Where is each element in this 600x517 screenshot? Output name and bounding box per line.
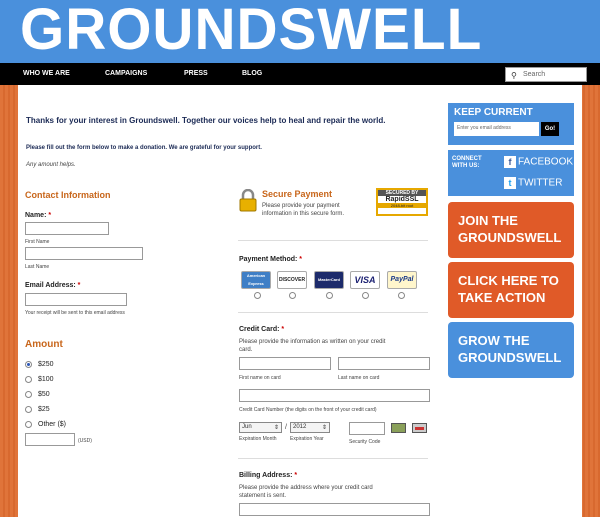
amount-100-radio[interactable] — [25, 376, 32, 383]
amount-25-label: $25 — [38, 406, 50, 413]
billing-address-label: Billing Address: * — [239, 472, 298, 479]
search-placeholder: Search — [523, 71, 546, 78]
header-bar: GROUNDSWELL — [0, 0, 600, 63]
first-name-caption: First Name — [25, 239, 50, 245]
card-number-caption: Credit Card Number (the digits on the fr… — [239, 407, 377, 413]
mastercard-radio[interactable] — [326, 292, 333, 299]
newsletter-go-button[interactable]: Go! — [541, 122, 559, 136]
amount-heading: Amount — [25, 339, 63, 350]
amount-25-radio[interactable] — [25, 406, 32, 413]
secure-heading: Secure Payment — [262, 189, 333, 199]
intro-instructions: Please fill out the form below to make a… — [26, 145, 262, 151]
payment-method-label: Payment Method: * — [239, 256, 303, 263]
site-logo[interactable]: GROUNDSWELL — [20, 0, 482, 63]
card-last-name-caption: Last name on card — [338, 375, 380, 381]
search-icon: ⚲ — [511, 71, 517, 80]
divider — [238, 458, 428, 459]
credit-card-desc: Please provide the information as writte… — [239, 339, 386, 353]
contact-heading: Contact Information — [25, 190, 111, 200]
card-number-input[interactable] — [239, 389, 430, 402]
intro-text: Thanks for your interest in Groundswell.… — [26, 116, 386, 125]
last-name-input[interactable] — [25, 247, 143, 260]
other-amount-input[interactable] — [25, 433, 75, 446]
billing-address-input[interactable] — [239, 503, 430, 516]
expiration-month-select[interactable]: Jun ⇕ — [239, 422, 282, 433]
card-last-name-input[interactable] — [338, 357, 430, 370]
name-label: Name: * — [25, 212, 52, 219]
paypal-radio[interactable] — [398, 292, 405, 299]
keep-current-title: KEEP CURRENT — [454, 107, 533, 118]
nav-blog[interactable]: BLOG — [242, 70, 262, 77]
security-code-caption: Security Code — [349, 439, 381, 445]
usd-label: (USD) — [78, 438, 92, 444]
card-back-icon — [391, 423, 406, 433]
card-first-name-input[interactable] — [239, 357, 331, 370]
join-groundswell-button[interactable]: JOIN THE GROUNDSWELL — [448, 202, 574, 258]
amount-other-label: Other ($) — [38, 421, 67, 428]
search-input[interactable]: ⚲ Search — [505, 67, 587, 82]
twitter-icon: t — [504, 177, 516, 189]
newsletter-email-input[interactable]: Enter you email address — [454, 122, 539, 136]
nav-press[interactable]: PRESS — [184, 70, 208, 77]
security-code-input[interactable] — [349, 422, 385, 435]
twitter-link[interactable]: t TWITTER — [504, 177, 562, 189]
amount-50-label: $50 — [38, 391, 50, 398]
expiration-year-select[interactable]: 2012 ⇕ — [290, 422, 330, 433]
secure-text: Please provide your payment information … — [262, 203, 345, 217]
grow-groundswell-button[interactable]: GROW THE GROUNDSWELL — [448, 322, 574, 378]
amount-250-radio[interactable] — [25, 361, 32, 368]
card-first-name-caption: First name on card — [239, 375, 281, 381]
amex-radio[interactable] — [254, 292, 261, 299]
nav-who-we-are[interactable]: WHO WE ARE — [23, 70, 70, 77]
nav-campaigns[interactable]: CAMPAIGNS — [105, 70, 147, 77]
divider — [238, 312, 428, 313]
expiration-year-value: 2012 — [293, 424, 307, 430]
mastercard-icon: MasterCard — [314, 271, 344, 289]
keep-current-box: KEEP CURRENT Enter you email address Go! — [448, 103, 574, 145]
expiration-month-caption: Expiration Month — [239, 436, 277, 442]
email-label: Email Address: * — [25, 282, 81, 289]
ssl-badge-brand: RapidSSL — [385, 196, 419, 203]
last-name-caption: Last Name — [25, 264, 50, 270]
card-front-icon — [412, 423, 427, 433]
visa-card-icon: VISA — [350, 271, 380, 289]
divider — [238, 240, 428, 241]
email-input[interactable] — [25, 293, 127, 306]
lock-icon — [239, 189, 257, 212]
amount-other-radio[interactable] — [25, 421, 32, 428]
visa-radio[interactable] — [362, 292, 369, 299]
discover-card-icon: DISCOVER — [277, 271, 307, 289]
expiration-slash: / — [285, 424, 287, 431]
any-amount-text: Any amount helps. — [26, 162, 76, 168]
credit-card-label: Credit Card: * — [239, 326, 285, 333]
expiration-month-value: Jun — [242, 424, 252, 430]
amount-50-radio[interactable] — [25, 391, 32, 398]
discover-radio[interactable] — [289, 292, 296, 299]
take-action-button[interactable]: CLICK HERE TO TAKE ACTION — [448, 262, 574, 318]
expiration-year-caption: Expiration Year — [290, 436, 324, 442]
facebook-link[interactable]: f FACEBOOK — [504, 156, 573, 168]
paypal-card-icon: PayPal — [387, 271, 417, 289]
ssl-badge-bits: 2048-bit root — [378, 203, 426, 208]
connect-box: CONNECT WITH US: f FACEBOOK t TWITTER — [448, 150, 574, 196]
chevron-down-icon: ⇕ — [273, 425, 279, 431]
rapidssl-badge: SECURED BY RapidSSL 2048-bit root — [376, 188, 428, 216]
billing-address-desc: Please provide the address where your cr… — [239, 485, 373, 499]
facebook-icon: f — [504, 156, 516, 168]
amount-100-label: $100 — [38, 376, 54, 383]
amount-250-label: $250 — [38, 361, 54, 368]
amex-card-icon: American Express — [241, 271, 271, 289]
connect-label: CONNECT WITH US: — [452, 156, 482, 169]
chevron-down-icon: ⇕ — [321, 425, 327, 431]
email-note: Your receipt will be sent to this email … — [25, 310, 125, 316]
first-name-input[interactable] — [25, 222, 109, 235]
